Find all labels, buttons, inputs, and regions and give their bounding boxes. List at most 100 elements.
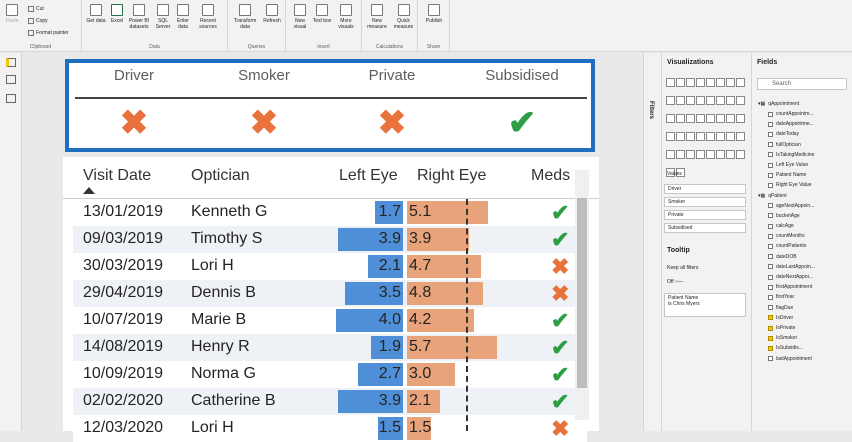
- table-row[interactable]: 29/04/2019 Dennis B 3.5 4.8 ✖: [73, 280, 587, 307]
- field-checkbox[interactable]: [768, 264, 773, 270]
- field-item[interactable]: Left Eye Value: [768, 162, 808, 168]
- sql-server-button[interactable]: SQL Server: [153, 4, 173, 30]
- patient-name-filter-card[interactable]: Patient Name is Chris Myers: [664, 293, 746, 317]
- report-view-icon[interactable]: [6, 58, 16, 67]
- field-item[interactable]: firstAppointment: [768, 284, 812, 290]
- visual-type-icon[interactable]: [736, 78, 745, 87]
- field-checkbox[interactable]: [768, 315, 773, 321]
- visual-type-icon[interactable]: [676, 96, 685, 105]
- table-row[interactable]: 12/03/2020 Lori H 1.5 1.5 ✖: [73, 415, 587, 442]
- table-row[interactable]: 30/03/2019 Lori H 2.1 4.7 ✖: [73, 253, 587, 280]
- visual-type-icon[interactable]: [676, 114, 685, 123]
- cut-button[interactable]: Cut: [28, 6, 44, 12]
- field-checkbox[interactable]: [768, 182, 773, 188]
- field-checkbox[interactable]: [768, 142, 773, 148]
- field-item[interactable]: dateNextAppoi...: [768, 274, 813, 280]
- visual-type-icon[interactable]: [686, 150, 695, 159]
- field-item[interactable]: fullOptician: [768, 142, 801, 148]
- visual-type-icon[interactable]: [686, 114, 695, 123]
- visual-type-icon[interactable]: [696, 150, 705, 159]
- field-checkbox[interactable]: [768, 335, 773, 341]
- field-table-qPatient[interactable]: ▾▦ qPatient: [758, 193, 787, 199]
- quick-measure-button[interactable]: Quick measure: [391, 4, 416, 30]
- field-checkbox[interactable]: [768, 274, 773, 280]
- visual-type-icon[interactable]: [696, 96, 705, 105]
- visual-type-icon[interactable]: [736, 114, 745, 123]
- field-checkbox[interactable]: [768, 162, 773, 168]
- transform-data-button[interactable]: Transform data: [231, 4, 259, 30]
- keep-filters-toggle[interactable]: Off ○—: [667, 279, 683, 285]
- visual-type-icon[interactable]: [666, 96, 675, 105]
- field-checkbox[interactable]: [768, 305, 773, 311]
- format-painter-button[interactable]: Format painter: [28, 30, 69, 36]
- visual-type-icon[interactable]: [726, 150, 735, 159]
- well-driver[interactable]: Driver: [664, 184, 746, 194]
- enter-data-button[interactable]: Enter data: [174, 4, 192, 30]
- text-box-button[interactable]: Text box: [312, 4, 332, 24]
- visual-type-icon[interactable]: [716, 78, 725, 87]
- visual-type-icon[interactable]: [716, 114, 725, 123]
- more-visuals-button[interactable]: More visuals: [333, 4, 359, 30]
- visual-type-icon[interactable]: [676, 78, 685, 87]
- field-checkbox[interactable]: [768, 243, 773, 249]
- field-checkbox[interactable]: [768, 254, 773, 260]
- visual-type-icon[interactable]: [696, 78, 705, 87]
- visual-type-icon[interactable]: [736, 132, 745, 141]
- table-row[interactable]: 10/07/2019 Marie B 4.0 4.2 ✔: [73, 307, 587, 334]
- well-subsidised[interactable]: Subsidised: [664, 223, 746, 233]
- visual-type-icon[interactable]: [666, 114, 675, 123]
- field-item[interactable]: IsSubsidis...: [768, 345, 803, 351]
- data-view-icon[interactable]: [6, 75, 16, 84]
- field-checkbox[interactable]: [768, 223, 773, 229]
- field-checkbox[interactable]: [768, 203, 773, 209]
- visual-type-icon[interactable]: [676, 132, 685, 141]
- visual-type-icon[interactable]: [676, 150, 685, 159]
- field-item[interactable]: flagDue: [768, 305, 793, 311]
- field-checkbox[interactable]: [768, 325, 773, 331]
- fields-search-input[interactable]: Search: [757, 78, 847, 90]
- well-private[interactable]: Private: [664, 210, 746, 220]
- visual-type-icon[interactable]: [686, 96, 695, 105]
- header-visit-date[interactable]: Visit Date: [83, 167, 151, 185]
- appointments-table-visual[interactable]: Visit Date Optician Left Eye Right Eye M…: [63, 157, 599, 442]
- visual-type-icon[interactable]: [736, 150, 745, 159]
- field-item[interactable]: firstYear: [768, 294, 794, 300]
- status-card-visual[interactable]: Driver Smoker Private Subsidised ✖ ✖ ✖ ✔: [65, 59, 595, 152]
- field-checkbox[interactable]: [768, 172, 773, 178]
- paste-button[interactable]: Paste: [3, 4, 21, 24]
- field-item[interactable]: bucketAge: [768, 213, 800, 219]
- visual-type-icon[interactable]: [686, 78, 695, 87]
- field-checkbox[interactable]: [768, 111, 773, 117]
- field-item[interactable]: countAppointm...: [768, 111, 814, 117]
- header-left-eye[interactable]: Left Eye: [339, 167, 398, 185]
- visual-type-icon[interactable]: [726, 96, 735, 105]
- field-item[interactable]: countMonths: [768, 233, 805, 239]
- field-item[interactable]: ageNextAppoin...: [768, 203, 814, 209]
- visual-type-icon[interactable]: [706, 96, 715, 105]
- table-row[interactable]: 02/02/2020 Catherine B 3.9 2.1 ✔: [73, 388, 587, 415]
- visual-type-icon[interactable]: [726, 132, 735, 141]
- visual-type-icon[interactable]: [706, 132, 715, 141]
- field-item[interactable]: IsDriver: [768, 315, 793, 321]
- copy-button[interactable]: Copy: [28, 18, 48, 24]
- filters-pane-collapsed[interactable]: Filters: [643, 53, 661, 431]
- header-optician[interactable]: Optician: [191, 167, 250, 185]
- model-view-icon[interactable]: [6, 94, 16, 103]
- visual-type-icon[interactable]: [736, 96, 745, 105]
- table-row[interactable]: 10/09/2019 Norma G 2.7 3.0 ✔: [73, 361, 587, 388]
- power-bi-datasets-button[interactable]: Power BI datasets: [126, 4, 152, 30]
- visual-type-icon[interactable]: [706, 150, 715, 159]
- field-item[interactable]: IsTakingMedicine: [768, 152, 814, 158]
- field-checkbox[interactable]: [768, 294, 773, 300]
- visual-type-icon[interactable]: [716, 150, 725, 159]
- header-right-eye[interactable]: Right Eye: [417, 167, 486, 185]
- field-checkbox[interactable]: [768, 284, 773, 290]
- field-checkbox[interactable]: [768, 131, 773, 137]
- field-checkbox[interactable]: [768, 345, 773, 351]
- table-row[interactable]: 13/01/2019 Kenneth G 1.7 5.1 ✔: [73, 199, 587, 226]
- field-item[interactable]: calcAge: [768, 223, 794, 229]
- table-scroll-thumb[interactable]: [577, 198, 587, 388]
- field-table-qAppointment[interactable]: ▾▦ qAppointment: [758, 101, 799, 107]
- visual-type-icon[interactable]: [726, 78, 735, 87]
- new-visual-button[interactable]: New visual: [289, 4, 311, 30]
